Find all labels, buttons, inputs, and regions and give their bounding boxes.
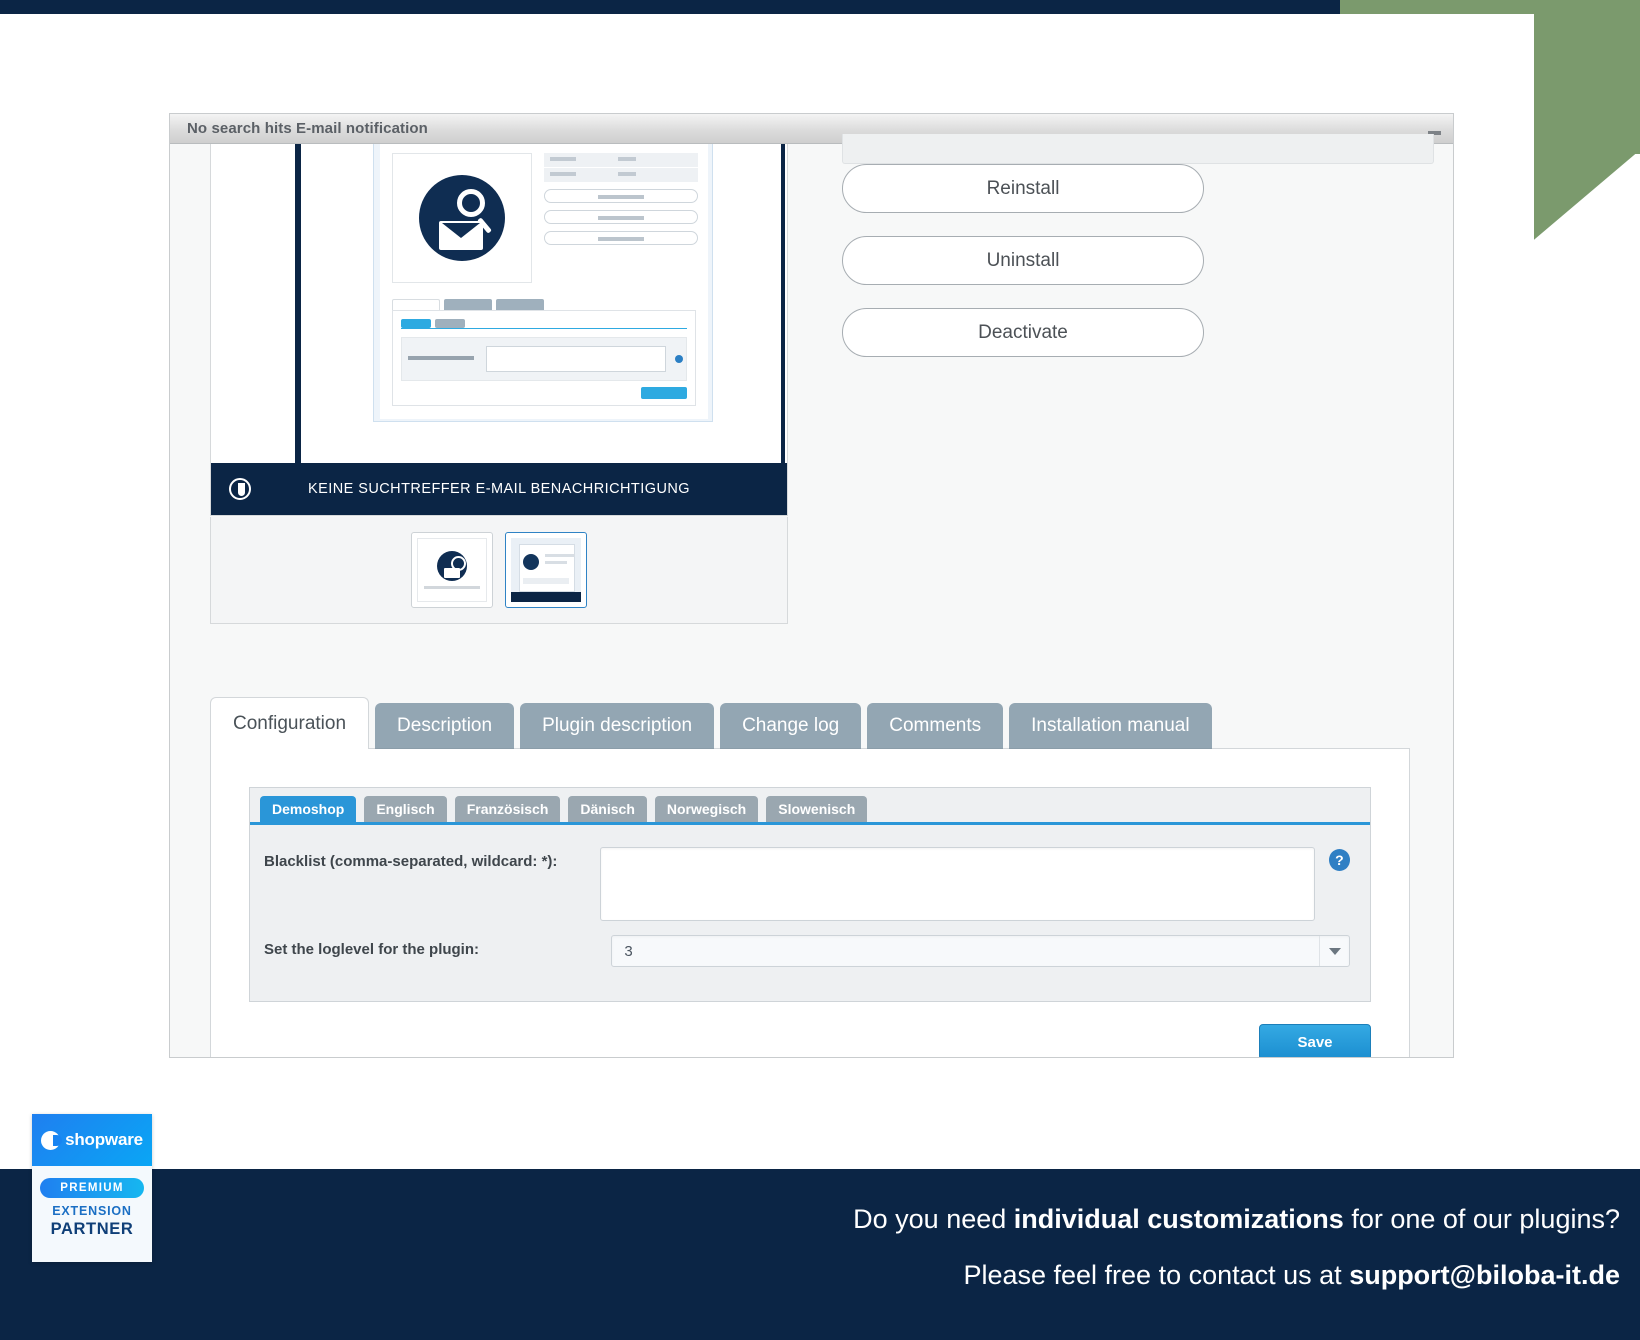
window-body: KEINE SUCHTREFFER E-MAIL BENACHRICHTIGUN…	[170, 134, 1453, 1057]
tab-row: Configuration Description Plugin descrip…	[210, 697, 1410, 749]
plugin-window: No search hits E-mail notification KEINE…	[169, 113, 1454, 1058]
chevron-down-icon[interactable]	[1319, 936, 1349, 966]
search-mail-icon	[419, 175, 505, 261]
blacklist-row: Blacklist (comma-separated, wildcard: *)…	[264, 847, 1350, 921]
thumbnail-backend-screen[interactable]	[505, 532, 587, 608]
footer-text-block: Do you need individual customizations fo…	[853, 1191, 1620, 1303]
preview-meta-block	[544, 153, 698, 245]
badge-body: PREMIUM EXTENSION PARTNER	[32, 1166, 152, 1247]
badge-extension-label: EXTENSION	[52, 1204, 132, 1218]
deactivate-button[interactable]: Deactivate	[842, 308, 1204, 357]
thumbnail-strip	[210, 517, 788, 624]
language-tab-row: Demoshop Englisch Französisch Dänisch No…	[250, 788, 1370, 825]
tab-change-log[interactable]: Change log	[720, 703, 862, 749]
lang-tab-slowenisch[interactable]: Slowenisch	[766, 796, 868, 822]
blacklist-input[interactable]	[600, 847, 1315, 921]
footer-line-1: Do you need individual customizations fo…	[853, 1191, 1620, 1247]
plugin-preview-panel: KEINE SUCHTREFFER E-MAIL BENACHRICHTIGUN…	[210, 144, 788, 516]
loglevel-value: 3	[624, 942, 633, 960]
save-button[interactable]: Save	[1259, 1024, 1371, 1057]
tab-installation-manual[interactable]: Installation manual	[1009, 703, 1212, 749]
shopware-wordmark: shopware	[65, 1130, 143, 1149]
help-icon[interactable]: ?	[1328, 849, 1350, 871]
badge-premium-pill: PREMIUM	[40, 1178, 144, 1198]
biloba-logo-icon	[229, 478, 251, 500]
thumbnail-logo[interactable]	[411, 532, 493, 608]
plugin-preview-image	[295, 144, 785, 484]
preview-tab-strip	[392, 299, 544, 310]
preview-card	[380, 144, 708, 419]
blacklist-label: Blacklist (comma-separated, wildcard: *)…	[264, 853, 558, 870]
loglevel-row: Set the loglevel for the plugin: 3	[264, 935, 1350, 967]
top-dark-band	[0, 0, 1340, 14]
tab-plugin-description[interactable]: Plugin description	[520, 703, 715, 749]
badge-partner-label: PARTNER	[50, 1220, 134, 1238]
main-tabs-section: Configuration Description Plugin descrip…	[210, 697, 1410, 1057]
reinstall-button[interactable]: Reinstall	[842, 164, 1204, 213]
configuration-box: Demoshop Englisch Französisch Dänisch No…	[249, 787, 1371, 1002]
lang-tab-demoshop[interactable]: Demoshop	[260, 796, 357, 822]
shopware-partner-badge: shopware PREMIUM EXTENSION PARTNER	[32, 1114, 152, 1262]
plugin-action-buttons: Reinstall Uninstall Deactivate	[842, 164, 1204, 380]
save-row: Save	[249, 1002, 1371, 1057]
lang-tab-daenisch[interactable]: Dänisch	[568, 796, 647, 822]
footer-line-1-post: for one of our plugins?	[1343, 1204, 1620, 1234]
lang-tab-englisch[interactable]: Englisch	[364, 796, 447, 822]
support-email[interactable]: support@biloba-it.de	[1349, 1260, 1620, 1290]
loglevel-select[interactable]: 3	[611, 935, 1350, 967]
content-area: No search hits E-mail notification KEINE…	[26, 14, 1534, 1119]
configuration-form: Blacklist (comma-separated, wildcard: *)…	[250, 825, 1370, 1001]
footer-line-1-bold: individual customizations	[1013, 1204, 1344, 1234]
tab-description[interactable]: Description	[375, 703, 515, 749]
tab-configuration[interactable]: Configuration	[210, 697, 370, 749]
loglevel-label: Set the loglevel for the plugin:	[264, 941, 480, 958]
preview-inner-screenshot	[373, 144, 713, 422]
preview-config-panel	[392, 310, 696, 406]
lang-tab-norwegisch[interactable]: Norwegisch	[654, 796, 759, 822]
tab-comments[interactable]: Comments	[867, 703, 1004, 749]
footer-line-1-pre: Do you need	[853, 1204, 1014, 1234]
configuration-panel: Demoshop Englisch Französisch Dänisch No…	[210, 748, 1410, 1057]
lang-tab-franzoesisch[interactable]: Französisch	[454, 796, 561, 822]
footer-banner: Do you need individual customizations fo…	[0, 1169, 1640, 1340]
shopware-brand-bar: shopware	[32, 1114, 152, 1166]
preview-caption-text: KEINE SUCHTREFFER E-MAIL BENACHRICHTIGUN…	[307, 481, 691, 497]
footer-line-2: Please feel free to contact us at suppor…	[853, 1247, 1620, 1303]
collapsed-info-bar	[842, 134, 1434, 164]
shopware-logo-icon	[41, 1130, 63, 1150]
page-root: No search hits E-mail notification KEINE…	[0, 0, 1640, 1340]
preview-plugin-logo	[392, 153, 532, 283]
preview-caption-bar: KEINE SUCHTREFFER E-MAIL BENACHRICHTIGUN…	[211, 463, 787, 515]
uninstall-button[interactable]: Uninstall	[842, 236, 1204, 285]
right-green-wedge	[1522, 0, 1640, 250]
footer-line-2-pre: Please feel free to contact us at	[963, 1260, 1350, 1290]
